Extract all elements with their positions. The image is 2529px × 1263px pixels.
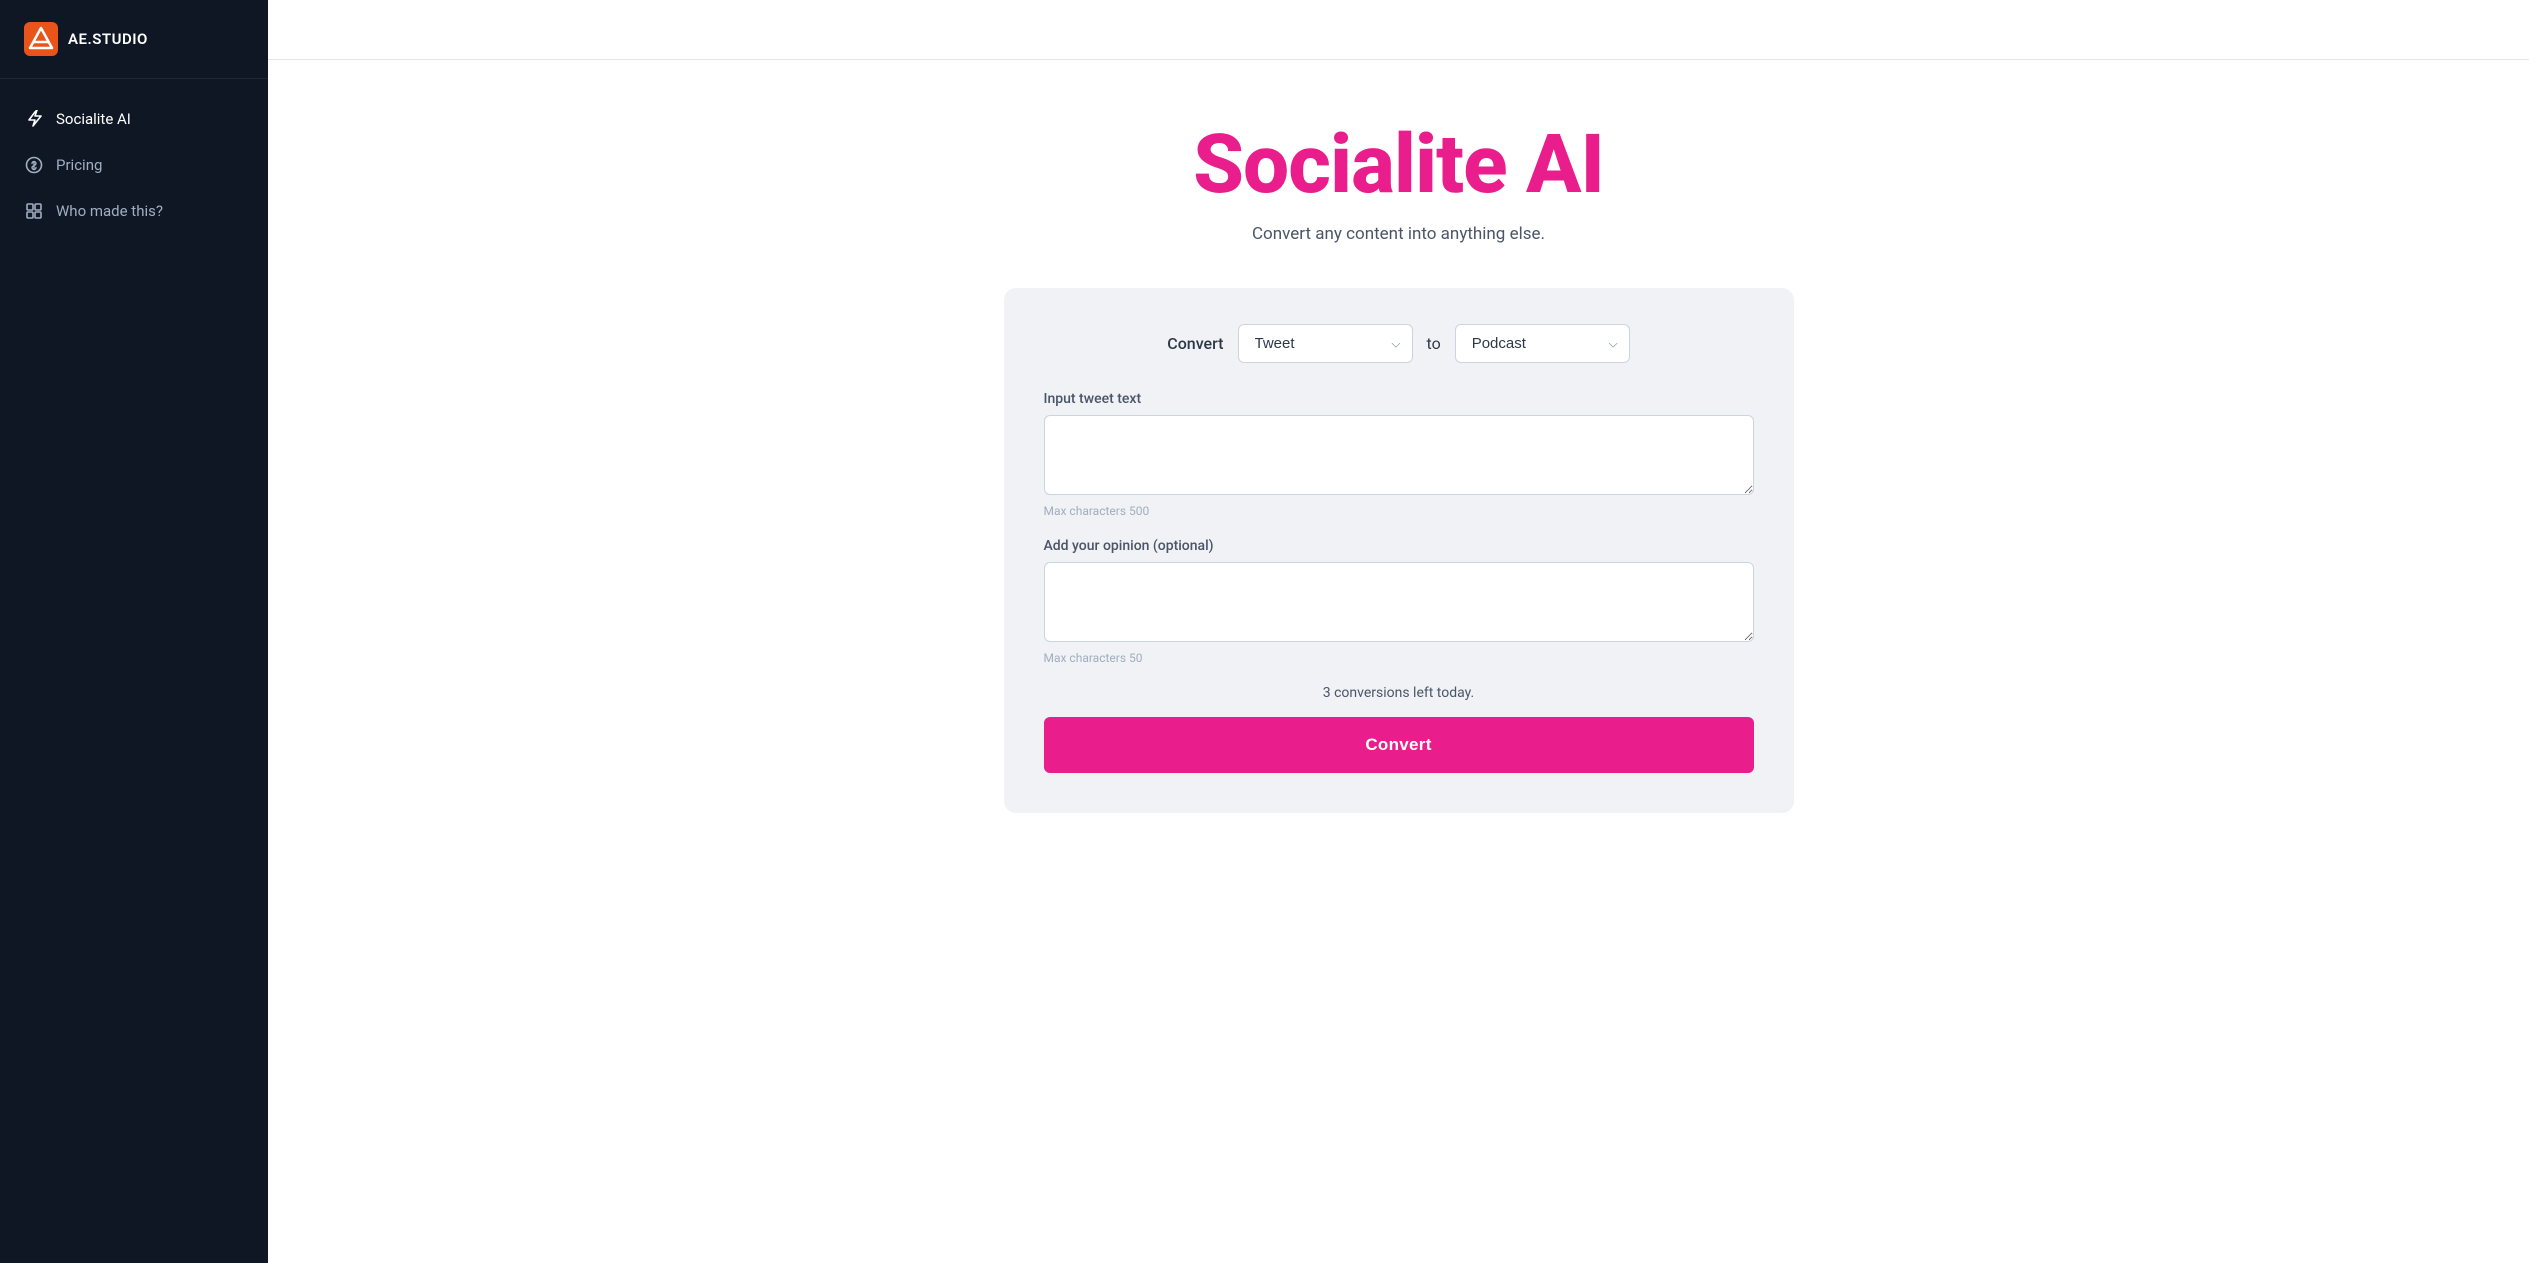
sidebar-item-label: Pricing [56,156,102,174]
sidebar-logo: AE.STUDIO [0,0,268,79]
conversions-left: 3 conversions left today. [1044,685,1754,701]
ae-studio-logo-icon [24,22,58,56]
main-content: Socialite AI Convert any content into an… [268,60,2529,1263]
opinion-textarea[interactable] [1044,562,1754,642]
page-title: Socialite AI [1193,120,1604,210]
from-select[interactable]: Tweet Blog Post LinkedIn Post Email Summ… [1238,324,1413,363]
lightning-icon [24,109,44,129]
grid-icon [24,201,44,221]
logo-text: AE.STUDIO [68,30,148,48]
to-select-wrapper: Podcast Tweet Blog Post LinkedIn Post Em… [1455,324,1630,363]
sidebar-navigation: Socialite AI Pricing Who mad [0,79,268,251]
input-tweet-label: Input tweet text [1044,391,1754,407]
main-content-area: Socialite AI Convert any content into an… [268,0,2529,1263]
sidebar-item-label: Socialite AI [56,110,131,128]
to-label: to [1427,334,1441,353]
sidebar-item-label: Who made this? [56,202,163,220]
opinion-group: Add your opinion (optional) Max characte… [1044,538,1754,665]
sidebar-item-pricing[interactable]: Pricing [0,143,268,187]
convert-button[interactable]: Convert [1044,717,1754,773]
sidebar-item-who-made-this[interactable]: Who made this? [0,189,268,233]
conversion-card: Convert Tweet Blog Post LinkedIn Post Em… [1004,288,1794,813]
input-tweet-group: Input tweet text Max characters 500 [1044,391,1754,518]
page-subtitle: Convert any content into anything else. [1252,224,1545,244]
sidebar: AE.STUDIO Socialite AI Pricing [0,0,268,1263]
dollar-circle-icon [24,155,44,175]
convert-row: Convert Tweet Blog Post LinkedIn Post Em… [1044,324,1754,363]
input-tweet-hint: Max characters 500 [1044,504,1754,518]
convert-label: Convert [1167,334,1223,353]
sidebar-item-socialite-ai[interactable]: Socialite AI [0,97,268,141]
input-tweet-textarea[interactable] [1044,415,1754,495]
opinion-label: Add your opinion (optional) [1044,538,1754,554]
opinion-hint: Max characters 50 [1044,651,1754,665]
to-select[interactable]: Podcast Tweet Blog Post LinkedIn Post Em… [1455,324,1630,363]
from-select-wrapper: Tweet Blog Post LinkedIn Post Email Summ… [1238,324,1413,363]
main-header [268,0,2529,60]
